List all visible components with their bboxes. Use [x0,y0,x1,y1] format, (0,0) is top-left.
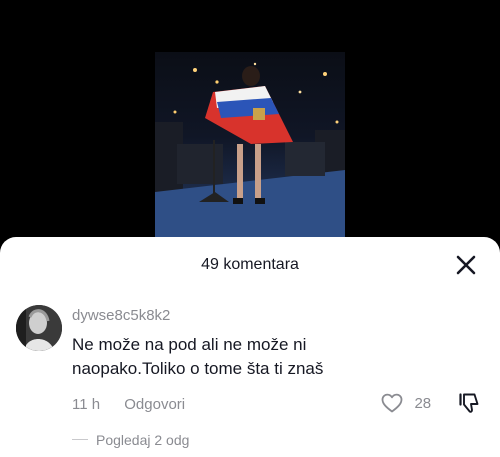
comment-text: Ne može na pod ali ne može ni naopako.To… [72,335,324,378]
comment-username[interactable]: dywse8c5k8k2 [72,307,170,324]
heart-icon [381,393,403,413]
concert-scene-image [155,62,345,240]
video-thumbnail[interactable] [155,52,345,240]
comments-header: 49 komentara [0,237,500,293]
view-replies-button[interactable]: Pogledaj 2 odg [96,432,189,448]
close-icon[interactable] [454,253,478,277]
video-player[interactable] [0,0,500,250]
comment-meta: 11 h Odgovori [72,396,185,413]
comment-item: dywse8c5k8k2 Ne može na pod ali ne može … [0,299,500,419]
comments-sheet: 49 komentara dywse8c5k8k2 Ne može na pod… [0,237,500,457]
reply-button[interactable]: Odgovori [124,396,185,413]
comments-count-title: 49 komentara [201,256,299,273]
avatar[interactable] [16,305,62,351]
like-count: 28 [414,394,432,412]
thumbs-down-icon[interactable] [457,391,481,415]
like-button[interactable]: 28 [380,391,431,417]
comment-time: 11 h [72,396,101,413]
